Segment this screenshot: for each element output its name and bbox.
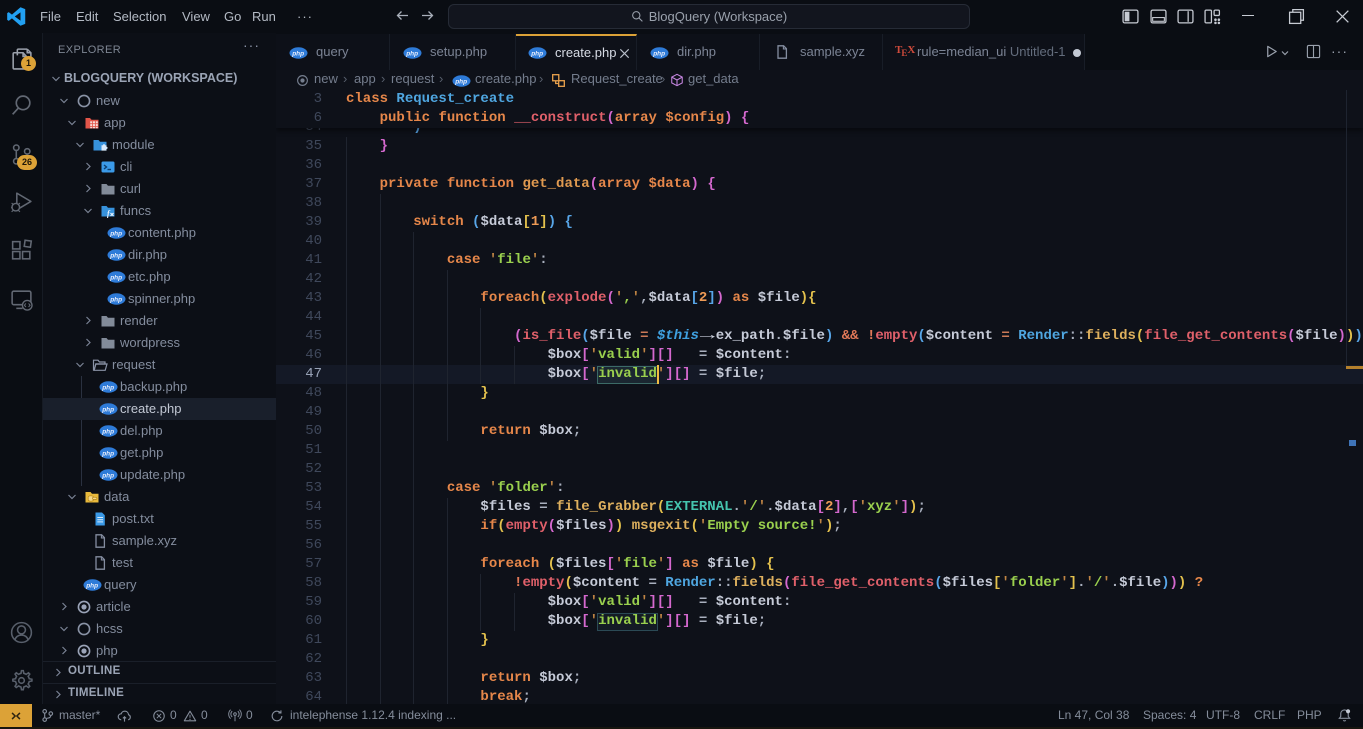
svg-text:php: php: [530, 50, 543, 57]
svg-text:php: php: [291, 50, 304, 57]
svg-text:php: php: [109, 296, 122, 303]
svg-text:php: php: [101, 472, 114, 479]
svg-text:php: php: [101, 384, 114, 391]
svg-text:php: php: [85, 582, 98, 589]
svg-text:php: php: [454, 78, 467, 85]
svg-text:php: php: [101, 428, 114, 435]
svg-text:php: php: [109, 230, 122, 237]
svg-text:php: php: [101, 450, 114, 457]
svg-text:php: php: [109, 274, 122, 281]
svg-text:php: php: [109, 252, 122, 259]
svg-text:php: php: [101, 406, 114, 413]
svg-text:php: php: [405, 50, 418, 57]
svg-text:php: php: [652, 50, 665, 57]
